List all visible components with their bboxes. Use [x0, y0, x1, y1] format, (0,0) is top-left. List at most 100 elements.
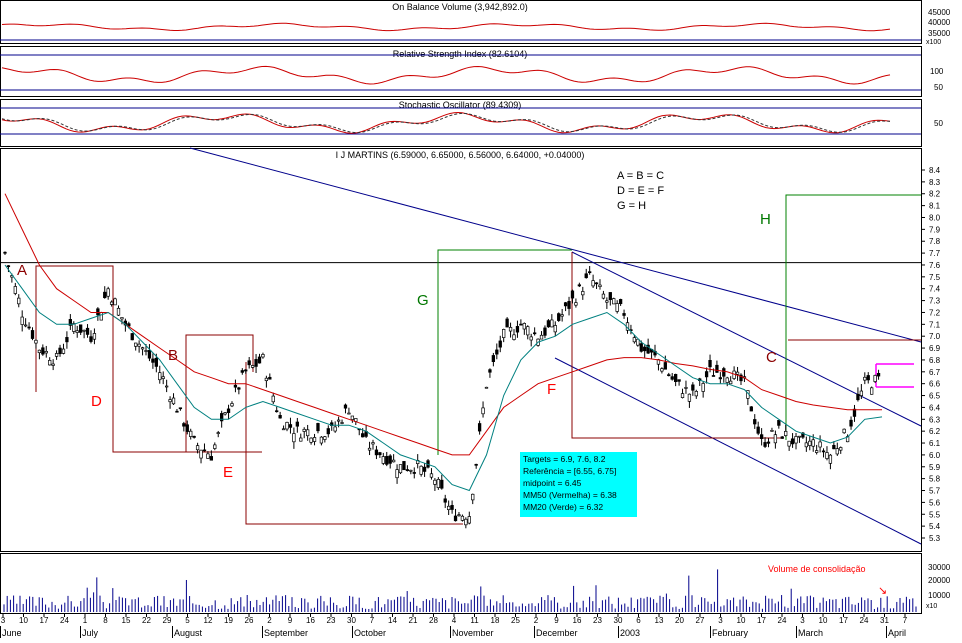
x-day-label: 29: [163, 616, 172, 625]
y-tick-label: 8.1: [929, 202, 941, 211]
pattern-label-e: E: [223, 464, 233, 481]
x-day-label: 10: [19, 616, 28, 625]
obv-series: [1, 22, 891, 32]
price-bar-body: [856, 393, 860, 401]
price-bar-body: [247, 360, 251, 366]
x-day-label: 3: [1, 616, 6, 625]
price-bar-body: [312, 437, 317, 442]
y-tick-label: 5.3: [929, 534, 941, 543]
price-bar-body: [502, 329, 506, 338]
price-bar-body: [182, 423, 186, 427]
price-bar-body: [708, 360, 712, 368]
price-bar-body: [288, 424, 293, 428]
price-bar-body: [577, 284, 581, 287]
obv-tick-2: 40000: [928, 18, 951, 27]
price-bar-body: [61, 348, 66, 354]
price-bar-body: [615, 303, 619, 312]
x-month-label: March: [798, 628, 823, 638]
price-y-axis: 8.4 8.3 8.2 8.1 8.0 7.9 7.8 7.7 7.6 7.5 7.4 7.3 7.2 7…: [921, 166, 941, 543]
x-day-label: 21: [409, 616, 418, 625]
price-bar-body: [766, 441, 771, 444]
x-day-label: 1: [83, 616, 88, 625]
price-bar-body: [347, 412, 351, 415]
price-bar-body: [780, 436, 784, 439]
stoch-tick-50: 50: [934, 119, 943, 128]
price-bar-body: [457, 514, 461, 517]
price-bar-body: [550, 319, 554, 328]
price-bar-body: [443, 498, 447, 503]
price-bar-body: [299, 437, 303, 442]
y-tick-label: 6.1: [929, 439, 941, 448]
price-bar-body: [226, 408, 231, 413]
price-bar-body: [729, 380, 733, 385]
price-bar-body: [175, 410, 179, 413]
price-bar-body: [13, 286, 17, 294]
price-bar-body: [178, 407, 183, 410]
price-bar-body: [687, 393, 692, 402]
price-bar-body: [484, 386, 489, 389]
price-bar-body: [48, 360, 52, 366]
price-bar-body: [574, 302, 578, 306]
x-day-label: 27: [696, 616, 705, 625]
price-bar-body: [250, 365, 255, 368]
x-day-label: 24: [778, 616, 787, 625]
volume-arrow-icon: ↘: [878, 585, 887, 597]
price-bar-body: [44, 350, 48, 354]
x-day-label: 8: [103, 616, 108, 625]
pattern-label-b: B: [168, 347, 178, 364]
price-bar-body: [302, 428, 306, 432]
x-month-label: September: [264, 628, 308, 638]
price-bar-body: [539, 334, 544, 340]
price-bar-body: [876, 372, 881, 377]
x-day-label: 10: [737, 616, 746, 625]
price-bar-body: [113, 298, 117, 306]
price-bar-body: [777, 420, 781, 426]
price-bar-body: [374, 449, 379, 456]
price-bar-body: [405, 469, 410, 472]
x-day-label: 2: [534, 616, 539, 625]
price-bar-body: [130, 333, 134, 341]
y-tick-label: 5.6: [929, 498, 941, 507]
price-bar-body: [505, 318, 509, 328]
x-day-label: 16: [306, 616, 315, 625]
chart-stage: On Balance Volume (3,942,892.0) Relative…: [0, 0, 962, 638]
price-bar-body: [419, 465, 423, 475]
price-bar-body: [787, 440, 791, 447]
obv-tick-1: 45000: [928, 8, 951, 17]
price-bar-body: [230, 403, 234, 407]
price-bar-body: [268, 376, 272, 380]
price-bar-body: [140, 347, 145, 350]
x-day-label: 13: [655, 616, 664, 625]
x-day-label: 9: [288, 616, 293, 625]
rsi-series: [1, 65, 891, 85]
x-month-label: June: [2, 628, 22, 638]
price-bar-body: [261, 354, 265, 358]
channel-top: [571, 251, 922, 427]
x-day-label: 2: [267, 616, 272, 625]
price-bar-body: [512, 334, 516, 340]
price-bar-body: [508, 327, 513, 332]
price-bar-body: [271, 395, 275, 403]
price-bar-body: [753, 419, 757, 425]
price-bar-body: [584, 273, 588, 279]
price-bar-body: [859, 390, 864, 396]
price-bar-body: [34, 339, 38, 344]
price-bar-body: [134, 342, 138, 347]
price-bar-body: [491, 355, 496, 362]
price-bar-body: [85, 327, 90, 335]
volume-title: Volume de consolidação: [768, 564, 866, 574]
y-tick-label: 7.5: [929, 273, 941, 282]
price-bar-body: [54, 353, 59, 357]
x-day-label: 3: [718, 616, 723, 625]
price-bar-body: [82, 329, 86, 332]
price-bar-body: [158, 372, 162, 381]
price-bar-body: [622, 313, 626, 316]
y-tick-label: 7.2: [929, 308, 941, 317]
price-bar-body: [471, 493, 475, 501]
price-bar-body: [839, 447, 843, 451]
price-bar-body: [378, 452, 382, 456]
price-bar-body: [306, 429, 310, 437]
x-day-label: 28: [429, 616, 438, 625]
price-bar-body: [388, 455, 392, 464]
price-bar-body: [206, 453, 210, 459]
